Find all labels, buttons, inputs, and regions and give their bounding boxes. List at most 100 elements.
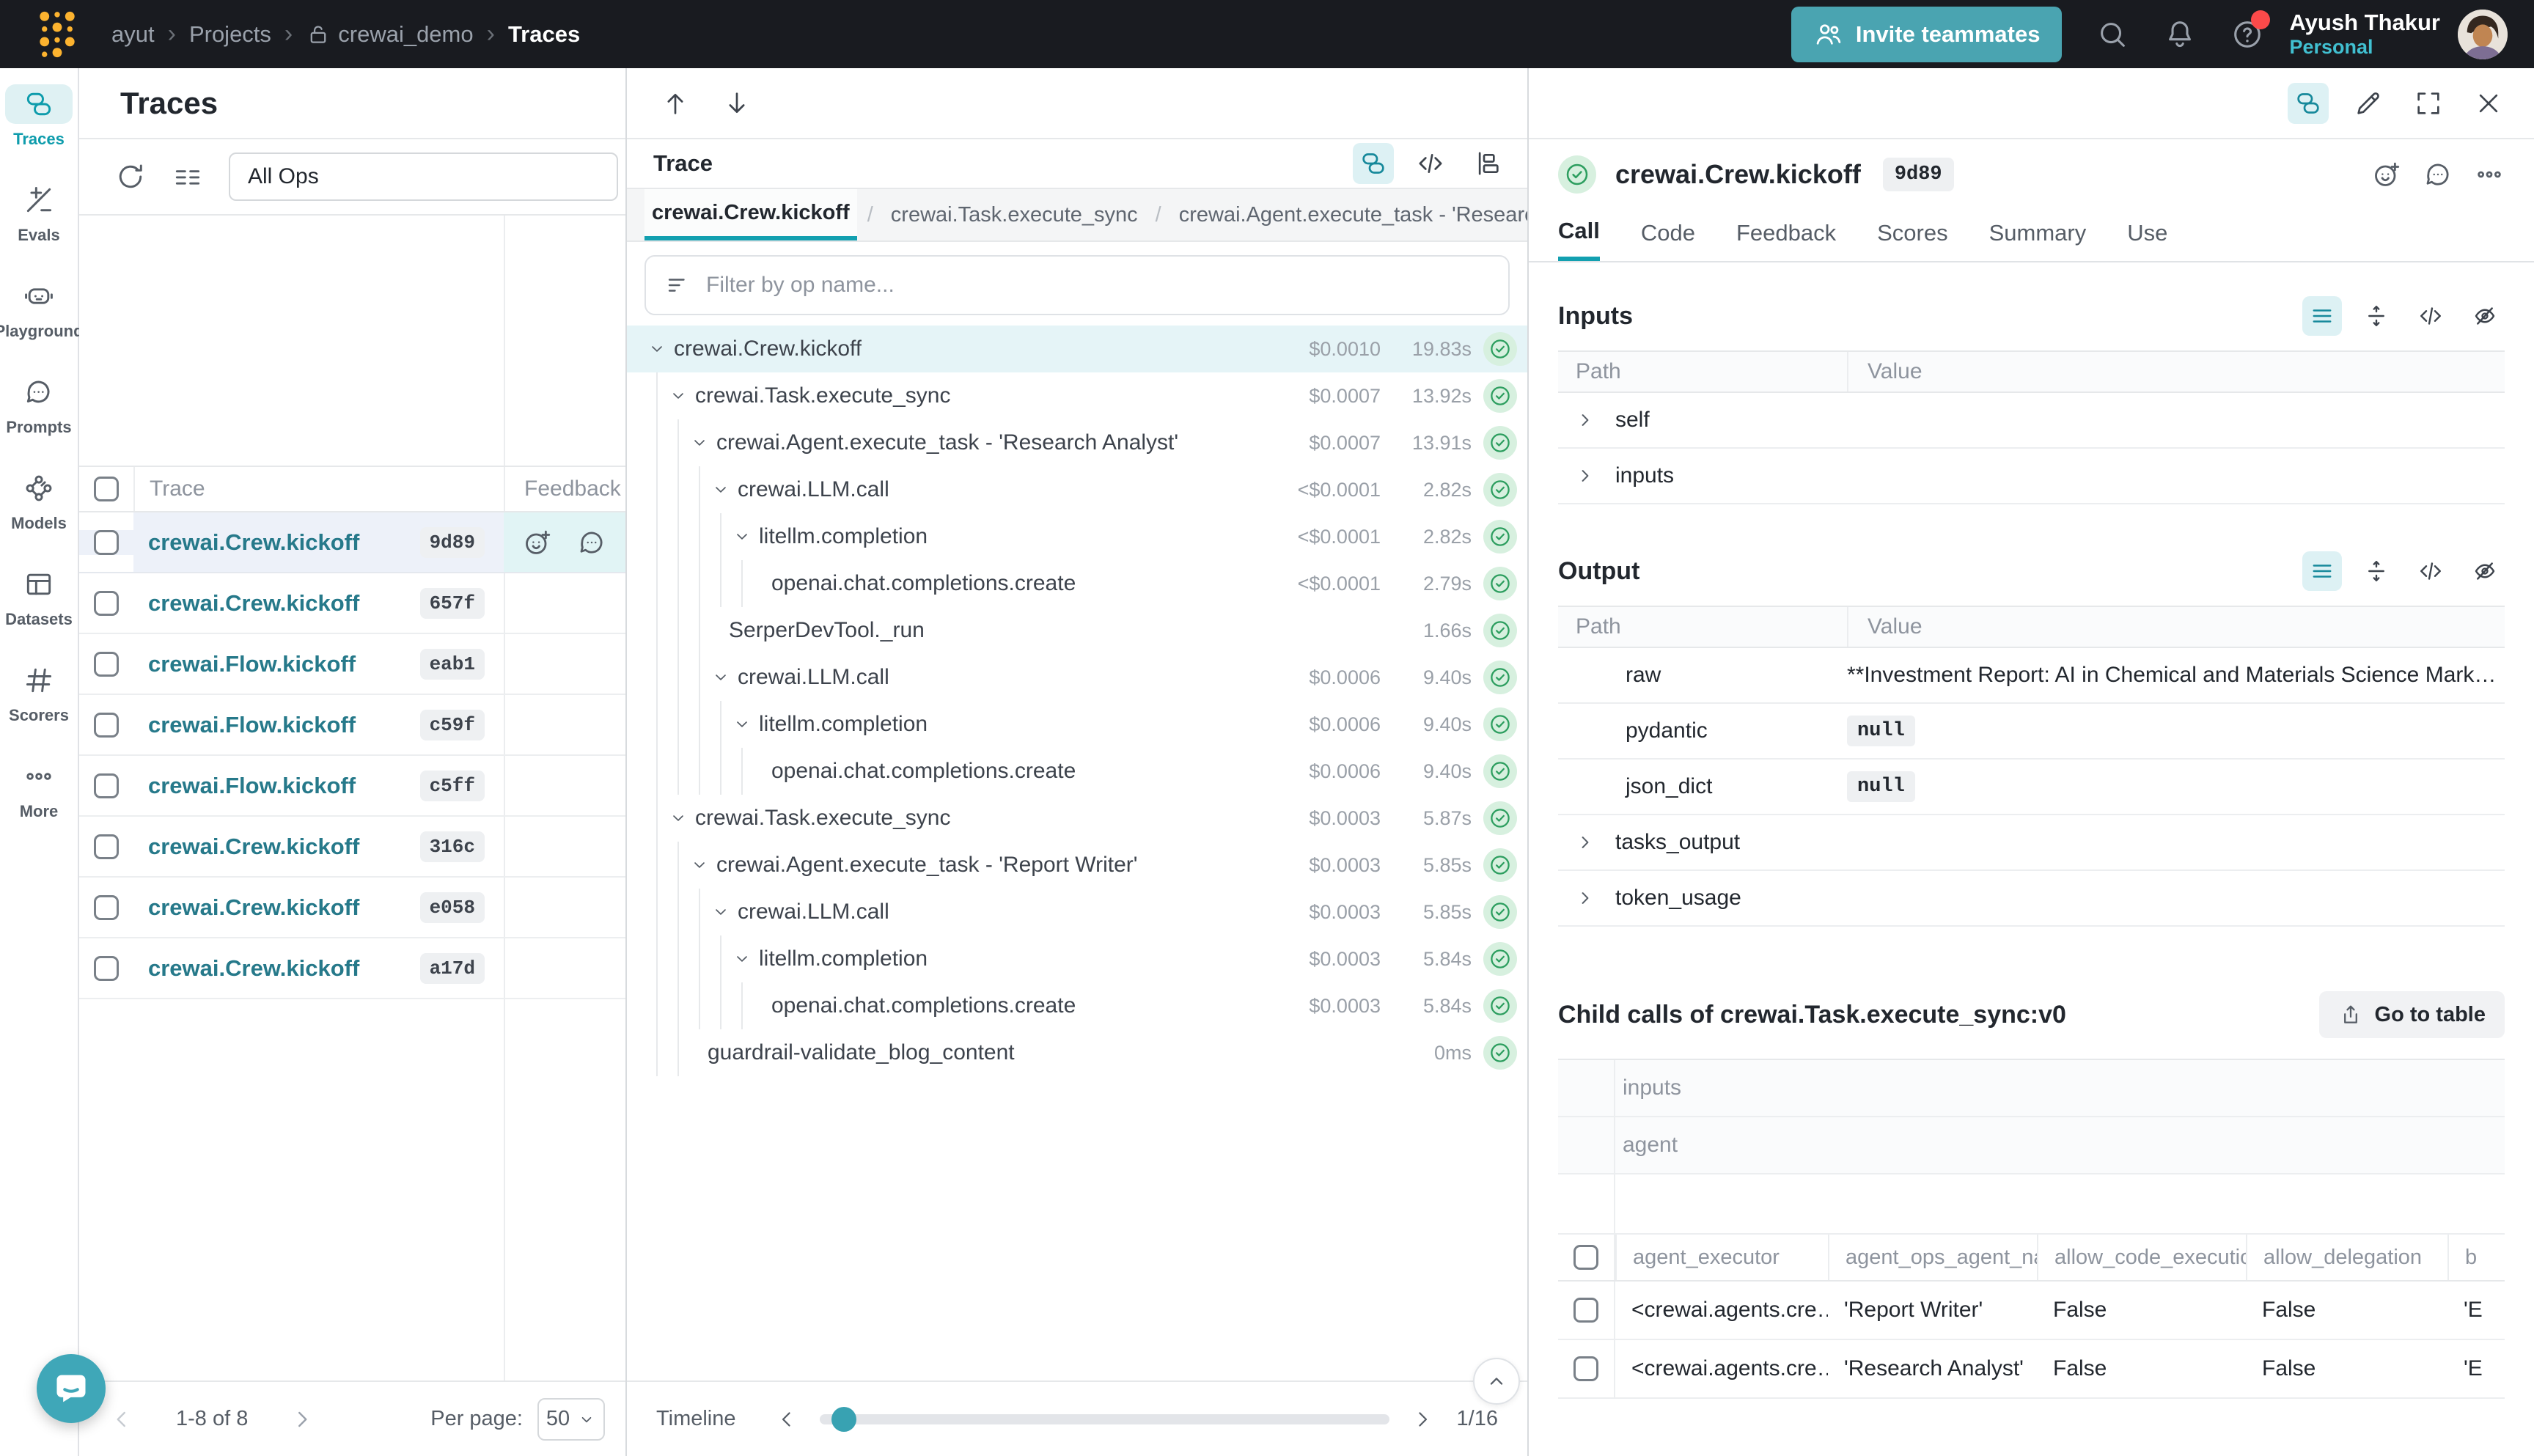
column-header-feedback[interactable]: Feedback [504,477,625,501]
trace-tree-row[interactable]: crewai.LLM.call<$0.00012.82s [627,466,1527,513]
trace-tree-row[interactable]: litellm.completion$0.00069.40s [627,701,1527,748]
row-checkbox[interactable] [94,895,119,920]
kv-row[interactable]: token_usage [1558,871,2505,927]
timeline-prev-icon[interactable] [774,1407,799,1432]
trace-tree-row[interactable]: openai.chat.completions.create$0.00035.8… [627,982,1527,1029]
trace-cell[interactable]: crewai.Crew.kickoffe058 [133,878,504,937]
notifications-bell-icon[interactable] [2163,18,2197,51]
column-header-agent_ops_agent_nan[interactable]: agent_ops_agent_nan [1828,1235,2037,1280]
trace-tree-row[interactable]: crewai.Crew.kickoff$0.001019.83s [627,326,1527,372]
table-row[interactable]: crewai.Crew.kickoff657f [79,573,625,634]
trace-cell[interactable]: crewai.Flow.kickoffeab1 [133,634,504,694]
per-page-select[interactable]: 50 [537,1398,605,1441]
expand-chevron-icon[interactable] [1574,831,1596,853]
kv-row[interactable]: raw**Investment Report: AI in Chemical a… [1558,648,2505,704]
edit-button[interactable] [2348,83,2389,124]
sidebar-item-evals[interactable]: Evals [0,164,78,260]
timeline-slider-thumb[interactable] [831,1407,856,1432]
code-toggle-button[interactable] [2411,551,2450,591]
table-row[interactable]: crewai.Crew.kickoff9d89 [79,512,625,573]
select-all-checkbox[interactable] [94,477,119,501]
sidebar-item-models[interactable]: Models [0,452,78,548]
next-trace-icon[interactable] [722,89,752,118]
timeline-next-icon[interactable] [1410,1407,1435,1432]
avatar[interactable] [2458,10,2508,59]
ops-filter-select[interactable]: All Ops [229,152,618,201]
trace-cell[interactable]: crewai.Crew.kickoff657f [133,573,504,633]
search-icon[interactable] [2096,18,2129,51]
tree-chevron-icon[interactable] [669,809,688,828]
prev-trace-icon[interactable] [661,89,690,118]
trace-cell[interactable]: crewai.Crew.kickoffa17d [133,938,504,998]
row-checkbox[interactable] [1573,1356,1598,1381]
go-to-table-button[interactable]: Go to table [2319,991,2505,1038]
row-density-icon[interactable] [172,161,204,193]
breadcrumb-projects[interactable]: Projects [189,21,271,48]
trace-tree-row[interactable]: crewai.Agent.execute_task - 'Report Writ… [627,842,1527,889]
prev-page-icon[interactable] [109,1406,135,1433]
trace-tree-row[interactable]: openai.chat.completions.create$0.00069.4… [627,748,1527,795]
column-header-allow_code_execution[interactable]: allow_code_execution [2037,1235,2246,1280]
code-toggle-button[interactable] [2411,296,2450,336]
table-row[interactable]: crewai.Flow.kickoffc5ff [79,756,625,817]
expand-chevron-icon[interactable] [1574,465,1596,487]
add-reaction-icon[interactable] [2371,159,2402,190]
column-header-allow_delegation[interactable]: allow_delegation [2246,1235,2447,1280]
sidebar-item-datasets[interactable]: Datasets [0,548,78,644]
fullscreen-button[interactable] [2408,83,2449,124]
trace-tab[interactable]: crewai.Agent.execute_task - 'Research An… [1172,189,1527,240]
breadcrumb-project[interactable]: crewai_demo [306,21,473,48]
expand-all-button[interactable] [2357,296,2396,336]
table-row[interactable]: crewai.Crew.kickoff316c [79,817,625,878]
op-name-filter-input[interactable] [706,273,1489,298]
expand-all-button[interactable] [2357,551,2396,591]
show-tree-button[interactable] [2288,83,2329,124]
select-all-checkbox[interactable] [1573,1245,1598,1270]
comment-icon[interactable] [576,527,607,558]
expand-chevron-icon[interactable] [1574,887,1596,909]
tab-call[interactable]: Call [1558,205,1600,261]
tree-chevron-icon[interactable] [732,715,752,734]
tree-chevron-icon[interactable] [732,949,752,968]
row-checkbox[interactable] [94,956,119,981]
tab-code[interactable]: Code [1641,205,1695,261]
invite-teammates-button[interactable]: Invite teammates [1791,7,2063,62]
tree-chevron-icon[interactable] [711,480,730,499]
table-row[interactable]: crewai.Flow.kickoffc59f [79,695,625,756]
table-row[interactable]: <crewai.agents.cre…'Report Writer'FalseF… [1558,1282,2505,1340]
row-checkbox[interactable] [94,834,119,859]
sidebar-item-more[interactable]: More [0,740,78,837]
kv-row[interactable]: inputs [1558,449,2505,504]
tree-chevron-icon[interactable] [711,902,730,922]
tree-chevron-icon[interactable] [711,668,730,687]
hide-values-button[interactable] [2465,551,2505,591]
timeline-slider[interactable] [820,1414,1389,1424]
call-id-badge[interactable]: 9d89 [1883,158,1954,191]
tree-view-button[interactable] [1353,143,1394,184]
tree-chevron-icon[interactable] [690,856,709,875]
flame-graph-view-button[interactable] [1467,143,1508,184]
row-checkbox[interactable] [94,652,119,677]
column-header-agent_executor[interactable]: agent_executor [1615,1235,1828,1280]
trace-cell[interactable]: crewai.Crew.kickoff316c [133,817,504,876]
sidebar-item-playground[interactable]: Playground [0,260,78,356]
trace-tree-row[interactable]: litellm.completion$0.00035.84s [627,935,1527,982]
trace-tree-row[interactable]: litellm.completion<$0.00012.82s [627,513,1527,560]
row-checkbox[interactable] [1573,1298,1598,1323]
trace-tree-row[interactable]: crewai.LLM.call$0.00035.85s [627,889,1527,935]
tab-summary[interactable]: Summary [1989,205,2087,261]
next-page-icon[interactable] [289,1406,315,1433]
trace-tree-row[interactable]: crewai.LLM.call$0.00069.40s [627,654,1527,701]
table-row[interactable]: crewai.Crew.kickoffe058 [79,878,625,938]
code-view-button[interactable] [1410,143,1451,184]
sidebar-item-scorers[interactable]: Scorers [0,644,78,740]
tree-chevron-icon[interactable] [732,527,752,546]
tab-scores[interactable]: Scores [1877,205,1947,261]
table-row[interactable]: crewai.Flow.kickoffeab1 [79,634,625,695]
user-block[interactable]: Ayush Thakur Personal [2289,10,2440,59]
wandb-logo[interactable] [26,8,88,61]
trace-tree-row[interactable]: SerperDevTool._run1.66s [627,607,1527,654]
tree-chevron-icon[interactable] [669,386,688,405]
row-checkbox[interactable] [94,530,119,555]
close-button[interactable] [2468,83,2509,124]
